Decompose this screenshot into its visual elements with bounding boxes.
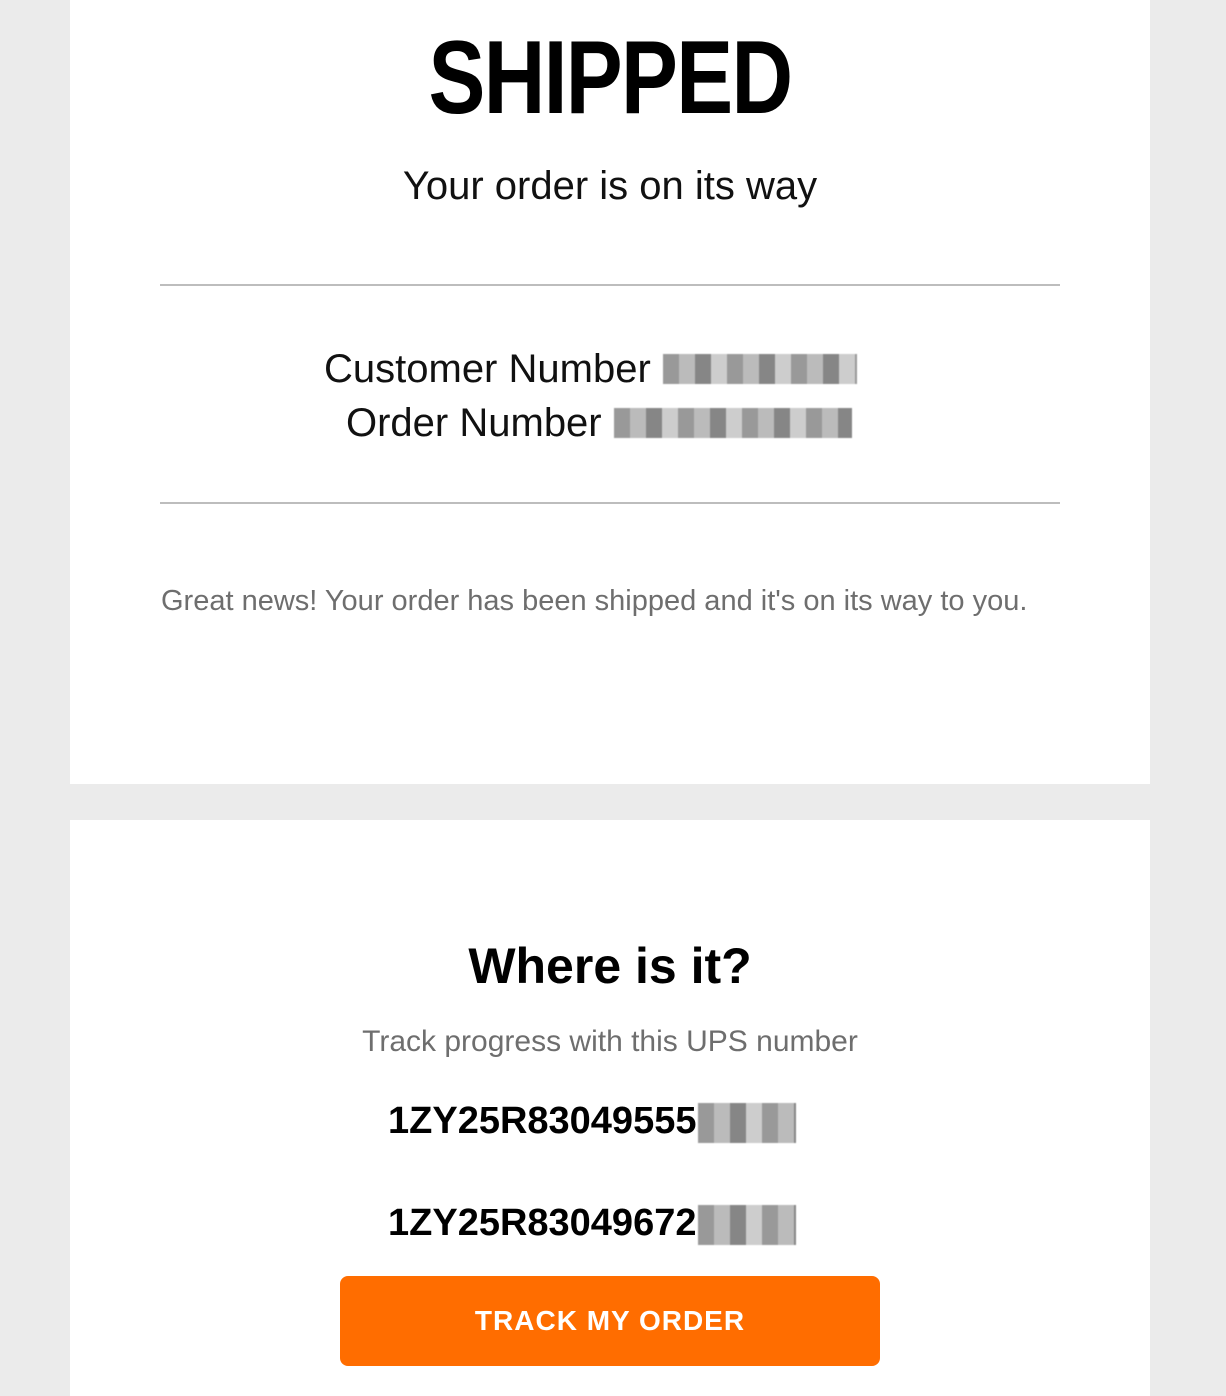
tracking-title: Where is it? <box>468 938 752 994</box>
tracking-number-redacted <box>698 1102 797 1143</box>
page-subtitle: Your order is on its way <box>402 164 818 208</box>
customer-number-label: Customer Number <box>324 347 651 392</box>
tracking-number[interactable]: 1ZY25R83049672 <box>388 1200 797 1246</box>
tracking-number-text: 1ZY25R83049672 <box>388 1202 697 1244</box>
divider-bottom <box>160 502 1060 504</box>
page-title: SHIPPED <box>428 20 794 136</box>
tracking-number[interactable]: 1ZY25R83049555 <box>388 1098 797 1144</box>
customer-number-redacted <box>662 354 857 385</box>
tracking-caption: Track progress with this UPS number <box>362 1025 858 1058</box>
order-number-row: Order Number <box>346 397 852 447</box>
shipment-message: Great news! Your order has been shipped … <box>161 585 1028 617</box>
track-my-order-button[interactable]: TRACK MY ORDER <box>340 1276 880 1366</box>
tracking-card: Where is it? Track progress with this UP… <box>70 820 1150 1396</box>
shipment-summary-card: SHIPPED Your order is on its way Custome… <box>70 0 1150 784</box>
order-number-label: Order Number <box>346 401 602 446</box>
order-number-redacted <box>613 408 852 439</box>
tracking-number-redacted <box>698 1204 797 1245</box>
tracking-number-text: 1ZY25R83049555 <box>388 1100 697 1142</box>
divider-top <box>160 284 1060 286</box>
customer-number-row: Customer Number <box>324 343 857 393</box>
